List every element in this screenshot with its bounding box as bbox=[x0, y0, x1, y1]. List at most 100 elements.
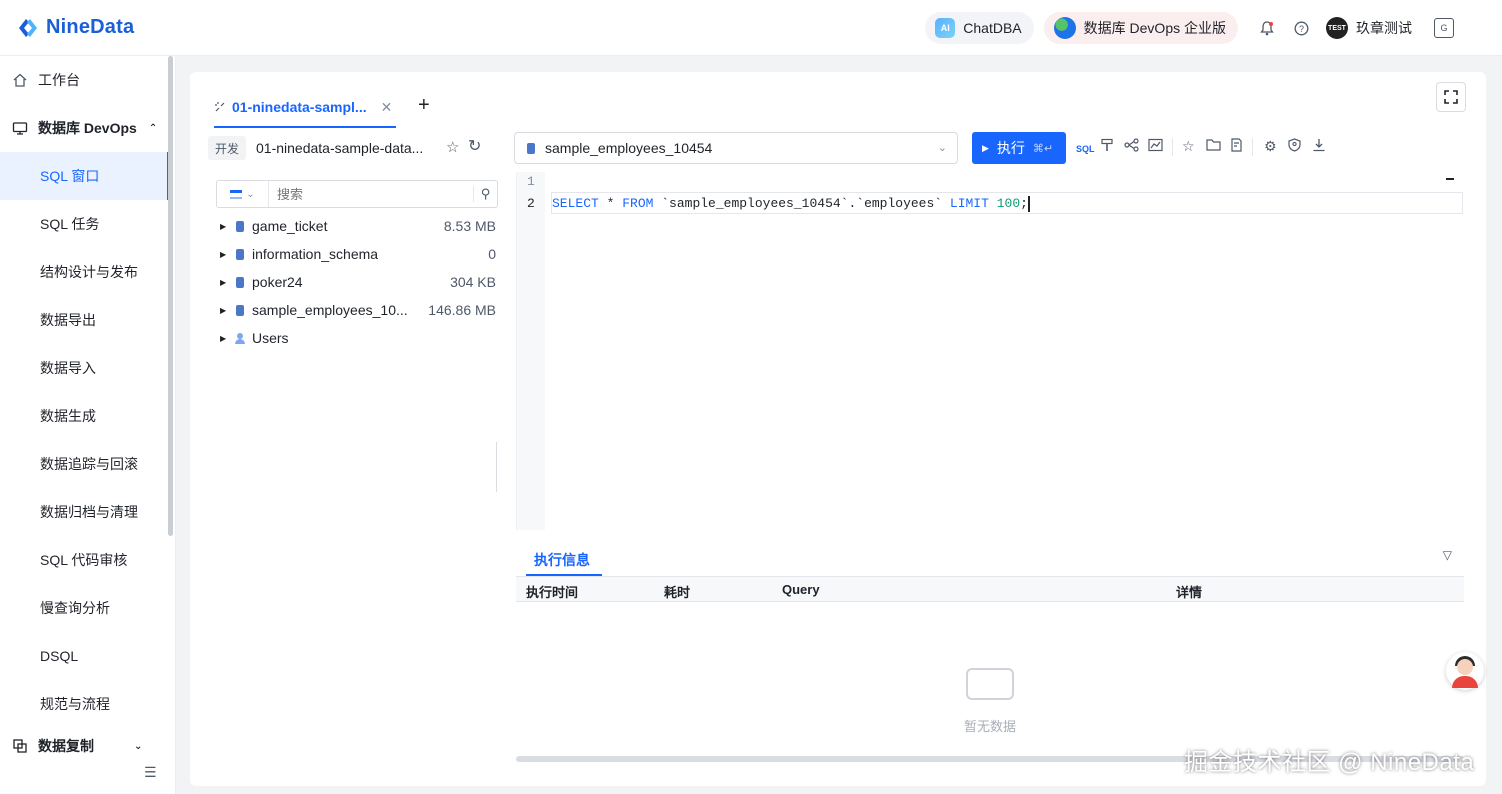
line-number: 1 bbox=[527, 174, 535, 189]
sidebar-item-label: 数据导入 bbox=[40, 360, 96, 376]
sidebar-item-data-tracking[interactable]: 数据追踪与回滚 bbox=[0, 440, 170, 488]
close-icon[interactable]: ✕ bbox=[381, 99, 393, 116]
tab-label: 01-ninedata-sampl... bbox=[232, 99, 367, 115]
collapse-sidebar-icon[interactable]: ☰ bbox=[144, 764, 157, 781]
table-filter-icon bbox=[230, 189, 243, 199]
empty-state-text: 暂无数据 bbox=[964, 719, 1017, 734]
sidebar-item-sql-review[interactable]: SQL 代码审核 bbox=[0, 536, 170, 584]
panel-resize-handle[interactable] bbox=[496, 442, 500, 492]
settings-gear-icon[interactable]: ⚙ bbox=[1264, 138, 1277, 155]
chevron-down-icon[interactable]: ▽ bbox=[1443, 548, 1452, 562]
tree-item[interactable]: ▶ Users bbox=[220, 326, 496, 350]
download-icon[interactable] bbox=[1312, 138, 1326, 155]
tree-item-size: 146.86 MB bbox=[428, 302, 496, 318]
sql-editor[interactable]: 1 2 SELECT * FROM `sample_employees_1045… bbox=[516, 172, 1464, 530]
logo[interactable]: NineData bbox=[16, 16, 134, 40]
tree-item-name: information_schema bbox=[252, 246, 379, 262]
tree-item[interactable]: ▶ sample_employees_10... 146.86 MB bbox=[220, 298, 496, 322]
sidebar-item-data-archive[interactable]: 数据归档与清理 bbox=[0, 488, 170, 536]
sidebar-item-label: 慢查询分析 bbox=[40, 600, 110, 616]
sidebar-item-data-import[interactable]: 数据导入 bbox=[0, 344, 170, 392]
paint-brush-icon[interactable] bbox=[1100, 138, 1114, 155]
chatdba-button[interactable]: AI ChatDBA bbox=[925, 12, 1034, 44]
sidebar-group-replication[interactable]: 数据复制 ⌄ bbox=[0, 728, 170, 764]
customer-support-icon[interactable] bbox=[1446, 652, 1484, 690]
environment-badge: 开发 bbox=[208, 136, 247, 160]
expand-caret-icon[interactable]: ▶ bbox=[220, 278, 230, 287]
sidebar-item-data-export[interactable]: 数据导出 bbox=[0, 296, 170, 344]
sql-number: 100 bbox=[996, 196, 1021, 211]
sidebar-item-sql-window[interactable]: SQL 窗口 bbox=[0, 152, 170, 200]
replication-icon bbox=[13, 739, 27, 753]
history-file-icon[interactable] bbox=[1230, 138, 1243, 155]
tree-item[interactable]: ▶ information_schema 0 bbox=[220, 242, 496, 266]
sidebar-item-standards[interactable]: 规范与流程 bbox=[0, 680, 170, 728]
sidebar-item-slow-query[interactable]: 慢查询分析 bbox=[0, 584, 170, 632]
run-button[interactable]: ▶ 执行 ⌘↵ bbox=[972, 132, 1066, 164]
tab-connection[interactable]: 01-ninedata-sampl... ✕ bbox=[214, 92, 392, 122]
database-icon bbox=[236, 248, 244, 260]
avatar[interactable]: TEST bbox=[1326, 17, 1348, 39]
star-icon[interactable]: ☆ bbox=[446, 138, 459, 156]
expand-caret-icon[interactable]: ▶ bbox=[220, 222, 230, 231]
database-icon bbox=[236, 220, 244, 232]
sql-keyword: LIMIT bbox=[949, 196, 989, 211]
column-header[interactable]: Query bbox=[782, 582, 820, 597]
user-icon bbox=[235, 332, 245, 344]
sidebar-group-devops[interactable]: 数据库 DevOps ⌃ bbox=[0, 104, 170, 152]
sidebar-item-sql-task[interactable]: SQL 任务 bbox=[0, 200, 170, 248]
search-input[interactable] bbox=[269, 186, 473, 202]
notification-bell-icon[interactable] bbox=[1250, 20, 1284, 36]
devops-edition-button[interactable]: 数据库 DevOps 企业版 bbox=[1043, 12, 1238, 44]
tree-item-name: game_ticket bbox=[252, 218, 328, 234]
devops-edition-label: 数据库 DevOps 企业版 bbox=[1083, 20, 1226, 36]
sql-format-icon[interactable]: SQL bbox=[1076, 144, 1095, 154]
sidebar-item-schema-design[interactable]: 结构设计与发布 bbox=[0, 248, 170, 296]
editor-minimize-icon[interactable] bbox=[1446, 178, 1454, 180]
sql-token: * bbox=[598, 196, 623, 211]
refresh-icon[interactable]: ↻ bbox=[468, 136, 481, 156]
column-header[interactable]: 耗时 bbox=[664, 582, 690, 601]
help-icon[interactable]: ? bbox=[1284, 21, 1318, 36]
run-button-label: 执行 bbox=[996, 140, 1025, 156]
add-tab-icon[interactable]: + bbox=[418, 94, 430, 117]
expand-caret-icon[interactable]: ▶ bbox=[220, 306, 230, 315]
sidebar-scrollbar[interactable] bbox=[168, 56, 173, 536]
tree-item[interactable]: ▶ poker24 304 KB bbox=[220, 270, 496, 294]
shield-icon[interactable] bbox=[1288, 138, 1301, 155]
database-icon bbox=[527, 142, 535, 154]
chevron-up-icon: ⌃ bbox=[148, 122, 158, 134]
user-name[interactable]: 玖章测试 bbox=[1356, 18, 1412, 38]
sidebar-item-data-generate[interactable]: 数据生成 bbox=[0, 392, 170, 440]
tree-item-size: 304 KB bbox=[450, 274, 496, 290]
diagram-icon[interactable] bbox=[1124, 138, 1139, 155]
sidebar-item-label: 数据导出 bbox=[40, 312, 96, 328]
tab-execution-info[interactable]: 执行信息 bbox=[534, 550, 590, 570]
search-icon[interactable]: ⚲ bbox=[473, 186, 497, 202]
results-panel: 执行信息 ▽ 执行时间 耗时 Query 详情 暂无数据 bbox=[516, 542, 1464, 764]
tree-item[interactable]: ▶ game_ticket 8.53 MB bbox=[220, 214, 496, 238]
sidebar-item-label: SQL 代码审核 bbox=[40, 552, 128, 568]
object-type-filter[interactable]: ⌄ bbox=[217, 181, 269, 207]
toolbar-divider bbox=[1172, 138, 1173, 156]
chart-icon[interactable] bbox=[1148, 138, 1163, 155]
database-icon bbox=[236, 304, 244, 316]
sidebar-item-label: 数据库 DevOps bbox=[38, 120, 137, 136]
sidebar-item-workbench[interactable]: 工作台 bbox=[0, 56, 170, 104]
expand-caret-icon[interactable]: ▶ bbox=[220, 250, 230, 259]
ninedata-logo-icon bbox=[19, 18, 37, 37]
column-header[interactable]: 执行时间 bbox=[526, 582, 578, 601]
column-header[interactable]: 详情 bbox=[1176, 582, 1202, 601]
fullscreen-icon[interactable] bbox=[1436, 82, 1466, 112]
database-select[interactable]: sample_employees_10454 ⌄ bbox=[514, 132, 958, 164]
sql-code-line[interactable]: SELECT * FROM `sample_employees_10454`.`… bbox=[551, 192, 1463, 214]
sidebar-item-dsql[interactable]: DSQL bbox=[0, 632, 170, 680]
language-switch-icon[interactable]: G bbox=[1434, 18, 1454, 38]
expand-caret-icon[interactable]: ▶ bbox=[220, 334, 230, 343]
tree-item-name: Users bbox=[252, 330, 289, 346]
chevron-down-icon: ⌄ bbox=[134, 740, 143, 752]
folder-icon[interactable] bbox=[1206, 138, 1221, 154]
connection-link-icon bbox=[215, 102, 225, 112]
sql-keyword: SELECT bbox=[552, 196, 599, 211]
favorite-star-icon[interactable]: ☆ bbox=[1182, 138, 1195, 155]
